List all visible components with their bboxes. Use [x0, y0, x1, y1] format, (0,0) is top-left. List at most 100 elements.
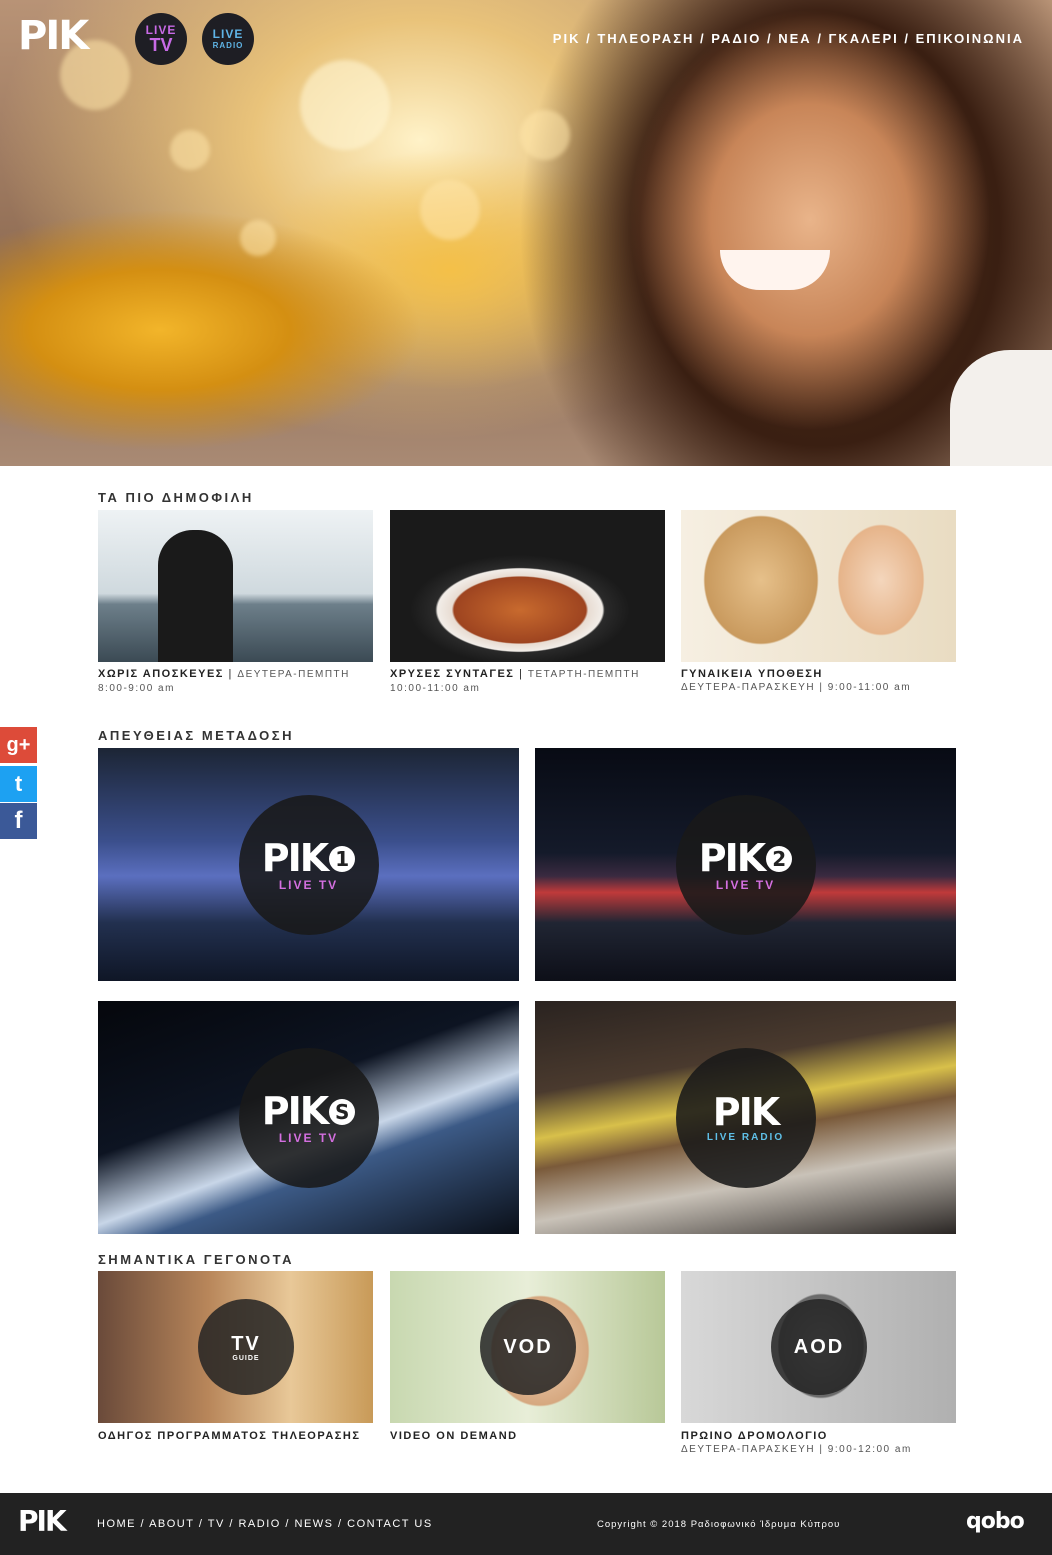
show-title[interactable]: ΧΡΥΣΕΣ ΣΥΝΤΑΓΕΣ: [390, 668, 514, 680]
hero-smile: [720, 250, 830, 290]
nav-separator: /: [280, 1518, 295, 1530]
footer-nav-news[interactable]: NEWS: [295, 1518, 334, 1530]
nav-item-contact[interactable]: ΕΠΙΚΟΙΝΩΝΙΑ: [916, 31, 1024, 46]
event-time: 9:00-12:00 am: [827, 1444, 912, 1455]
channel-badge: ΡΙΚ 2 LIVE TV: [675, 794, 816, 935]
nav-separator: /: [811, 31, 829, 46]
channel-logo: ΡΙΚ S: [262, 1091, 356, 1131]
channel-label: LIVE RADIO: [706, 1132, 785, 1143]
hero-banner: [0, 0, 1052, 466]
hero-collar: [950, 350, 1052, 466]
badge-subtext: GUIDE: [232, 1354, 260, 1362]
event-thumb-aod[interactable]: AOD: [681, 1271, 956, 1423]
event-title[interactable]: VIDEO ON DEMAND: [390, 1430, 518, 1442]
qobo-credit-logo[interactable]: qobo: [966, 1509, 1025, 1534]
badge-text: VOD: [503, 1336, 553, 1358]
nav-separator: /: [694, 31, 712, 46]
footer-nav-home[interactable]: HOME: [97, 1518, 136, 1530]
event-thumb-vod[interactable]: VOD: [390, 1271, 665, 1423]
nav-item-news[interactable]: ΝΕΑ: [778, 31, 811, 46]
twitter-icon[interactable]: t: [0, 766, 37, 802]
event-thumb-tvguide[interactable]: TV GUIDE: [98, 1271, 373, 1423]
event-caption-1: ΟΔΗΓΟΣ ΠΡΟΓΡΑΜΜΑΤΟΣ ΤΗΛΕΟΡΑΣΗΣ: [98, 1429, 360, 1443]
nav-item-rik[interactable]: ΡΙΚ: [553, 31, 581, 46]
nav-separator: /: [898, 31, 916, 46]
popular-thumb-1[interactable]: [98, 510, 373, 662]
event-caption-2: VIDEO ON DEMAND: [390, 1429, 518, 1443]
live-tile-rik2[interactable]: ΡΙΚ 2 LIVE TV: [535, 748, 956, 981]
nav-item-radio[interactable]: ΡΑΔΙΟ: [711, 31, 761, 46]
event-schedule: ΔΕΥΤΕΡΑ-ΠΑΡΑΣΚΕΥΗ | 9:00-12:00 am: [681, 1444, 912, 1455]
nav-separator: /: [761, 31, 779, 46]
popular-caption-3: ΓΥΝΑΙΚΕΙΑ ΥΠΟΘΕΣΗ ΔΕΥΤΕΡΑ-ΠΑΡΑΣΚΕΥΗ | 9:…: [681, 667, 911, 695]
nav-separator: /: [580, 31, 598, 46]
live-tile-radio[interactable]: ΡΙΚ LIVE RADIO: [535, 1001, 956, 1234]
hero-bokeh: [420, 180, 480, 240]
nav-item-tv[interactable]: ΤΗΛΕΟΡΑΣΗ: [597, 31, 694, 46]
show-title[interactable]: ΓΥΝΑΙΚΕΙΑ ΥΠΟΘΕΣΗ: [681, 668, 823, 680]
nav-separator: /: [194, 1518, 208, 1530]
live-radio-line2: RADIO: [212, 40, 244, 50]
nav-item-gallery[interactable]: ΓΚΑΛΕΡΙ: [829, 31, 899, 46]
footer-nav: HOME / ABOUT / TV / RADIO / NEWS / CONTA…: [97, 1518, 433, 1530]
live-tv-line2: TV: [149, 35, 173, 55]
nav-separator: /: [333, 1518, 348, 1530]
footer-nav-radio[interactable]: RADIO: [238, 1518, 280, 1530]
live-radio-line1: LIVE: [212, 26, 244, 41]
hero-bokeh: [170, 130, 210, 170]
channel-badge: ΡΙΚ 1 LIVE TV: [238, 794, 379, 935]
nav-separator: /: [224, 1518, 239, 1530]
channel-logo: ΡΙΚ 1: [262, 838, 356, 878]
footer: ΡΙΚ HOME / ABOUT / TV / RADIO / NEWS / C…: [0, 1493, 1052, 1555]
footer-nav-about[interactable]: ABOUT: [149, 1518, 194, 1530]
show-schedule: ΔΕΥΤΕΡΑ-ΠΑΡΑΣΚΕΥΗ | 9:00-11:00 am: [681, 682, 912, 693]
channel-label: LIVE TV: [278, 877, 339, 892]
channel-badge: ΡΙΚ S LIVE TV: [238, 1047, 379, 1188]
hero-bokeh: [240, 220, 276, 256]
site-logo[interactable]: ΡΙΚ: [18, 16, 89, 56]
tv-guide-badge: TV GUIDE: [198, 1299, 294, 1395]
popular-caption-2: ΧΡΥΣΕΣ ΣΥΝΤΑΓΕΣ | ΤΕΤΑΡΤΗ-ΠΕΜΠΤΗ 10:00-1…: [390, 668, 640, 694]
events-section-title: ΣΗΜΑΝΤΙΚΑ ΓΕΓΟΝΟΤΑ: [98, 1252, 295, 1267]
google-plus-icon[interactable]: g+: [0, 727, 37, 763]
popular-caption-1: ΧΩΡΙΣ ΑΠΟΣΚΕΥΕΣ | ΔΕΥΤΕΡΑ-ΠΕΜΠΤΗ 8:00-9:…: [98, 668, 350, 694]
hero-bokeh: [300, 60, 390, 150]
event-title[interactable]: ΠΡΩΙΝΟ ΔΡΟΜΟΛΟΓΙΟ: [681, 1430, 828, 1442]
traveler-silhouette: [158, 530, 233, 662]
badge-text: AOD: [793, 1336, 845, 1358]
badge-text: TV: [231, 1332, 261, 1355]
nav-separator: /: [136, 1518, 150, 1530]
main-nav: ΡΙΚ / ΤΗΛΕΟΡΑΣΗ / ΡΑΔΙΟ / ΝΕΑ / ΓΚΑΛΕΡΙ …: [553, 31, 1024, 46]
popular-section-title: ΤΑ ΠΙΟ ΔΗΜΟΦΙΛΗ: [98, 490, 254, 505]
show-days: ΤΕΤΑΡΤΗ-ΠΕΜΠΤΗ: [527, 669, 640, 680]
footer-logo[interactable]: ΡΙΚ: [18, 1507, 67, 1537]
live-tile-riks[interactable]: ΡΙΚ S LIVE TV: [98, 1001, 519, 1234]
show-title[interactable]: ΧΩΡΙΣ ΑΠΟΣΚΕΥΕΣ: [98, 668, 224, 680]
show-days: ΔΕΥΤΕΡΑ-ΠΕΜΠΤΗ: [237, 669, 350, 680]
channel-badge: ΡΙΚ LIVE RADIO: [675, 1047, 816, 1188]
hero-bokeh: [520, 110, 570, 160]
popular-thumb-3[interactable]: [681, 510, 956, 662]
show-time: 9:00-11:00 am: [827, 682, 912, 693]
aod-badge: AOD: [771, 1299, 867, 1395]
event-title[interactable]: ΟΔΗΓΟΣ ΠΡΟΓΡΑΜΜΑΤΟΣ ΤΗΛΕΟΡΑΣΗΣ: [98, 1430, 360, 1442]
channel-logo: ΡΙΚ: [712, 1090, 780, 1134]
channel-logo: ΡΙΚ 2: [699, 838, 793, 878]
channel-label: LIVE TV: [715, 877, 776, 892]
live-tv-button[interactable]: LIVE TV: [135, 13, 187, 65]
event-caption-3: ΠΡΩΙΝΟ ΔΡΟΜΟΛΟΓΙΟ ΔΕΥΤΕΡΑ-ΠΑΡΑΣΚΕΥΗ | 9:…: [681, 1429, 912, 1457]
live-section-title: ΑΠΕΥΘΕΙΑΣ ΜΕΤΑΔΟΣΗ: [98, 728, 294, 743]
vod-badge: VOD: [480, 1299, 576, 1395]
show-time: 10:00-11:00 am: [390, 683, 481, 694]
copyright-text: Copyright © 2018 Ραδιοφωνικό Ίδρυμα Κύπρ…: [597, 1519, 841, 1530]
channel-label: LIVE TV: [278, 1130, 339, 1145]
show-days: ΔΕΥΤΕΡΑ-ΠΑΡΑΣΚΕΥΗ: [681, 682, 816, 693]
live-radio-button[interactable]: LIVE RADIO: [202, 13, 254, 65]
live-tile-rik1[interactable]: ΡΙΚ 1 LIVE TV: [98, 748, 519, 981]
footer-nav-contact[interactable]: CONTACT US: [347, 1518, 433, 1530]
facebook-icon[interactable]: f: [0, 803, 37, 839]
popular-thumb-2[interactable]: [390, 510, 665, 662]
event-days: ΔΕΥΤΕΡΑ-ΠΑΡΑΣΚΕΥΗ: [681, 1444, 816, 1455]
footer-nav-tv[interactable]: TV: [208, 1518, 225, 1530]
show-time: 8:00-9:00 am: [98, 683, 175, 694]
